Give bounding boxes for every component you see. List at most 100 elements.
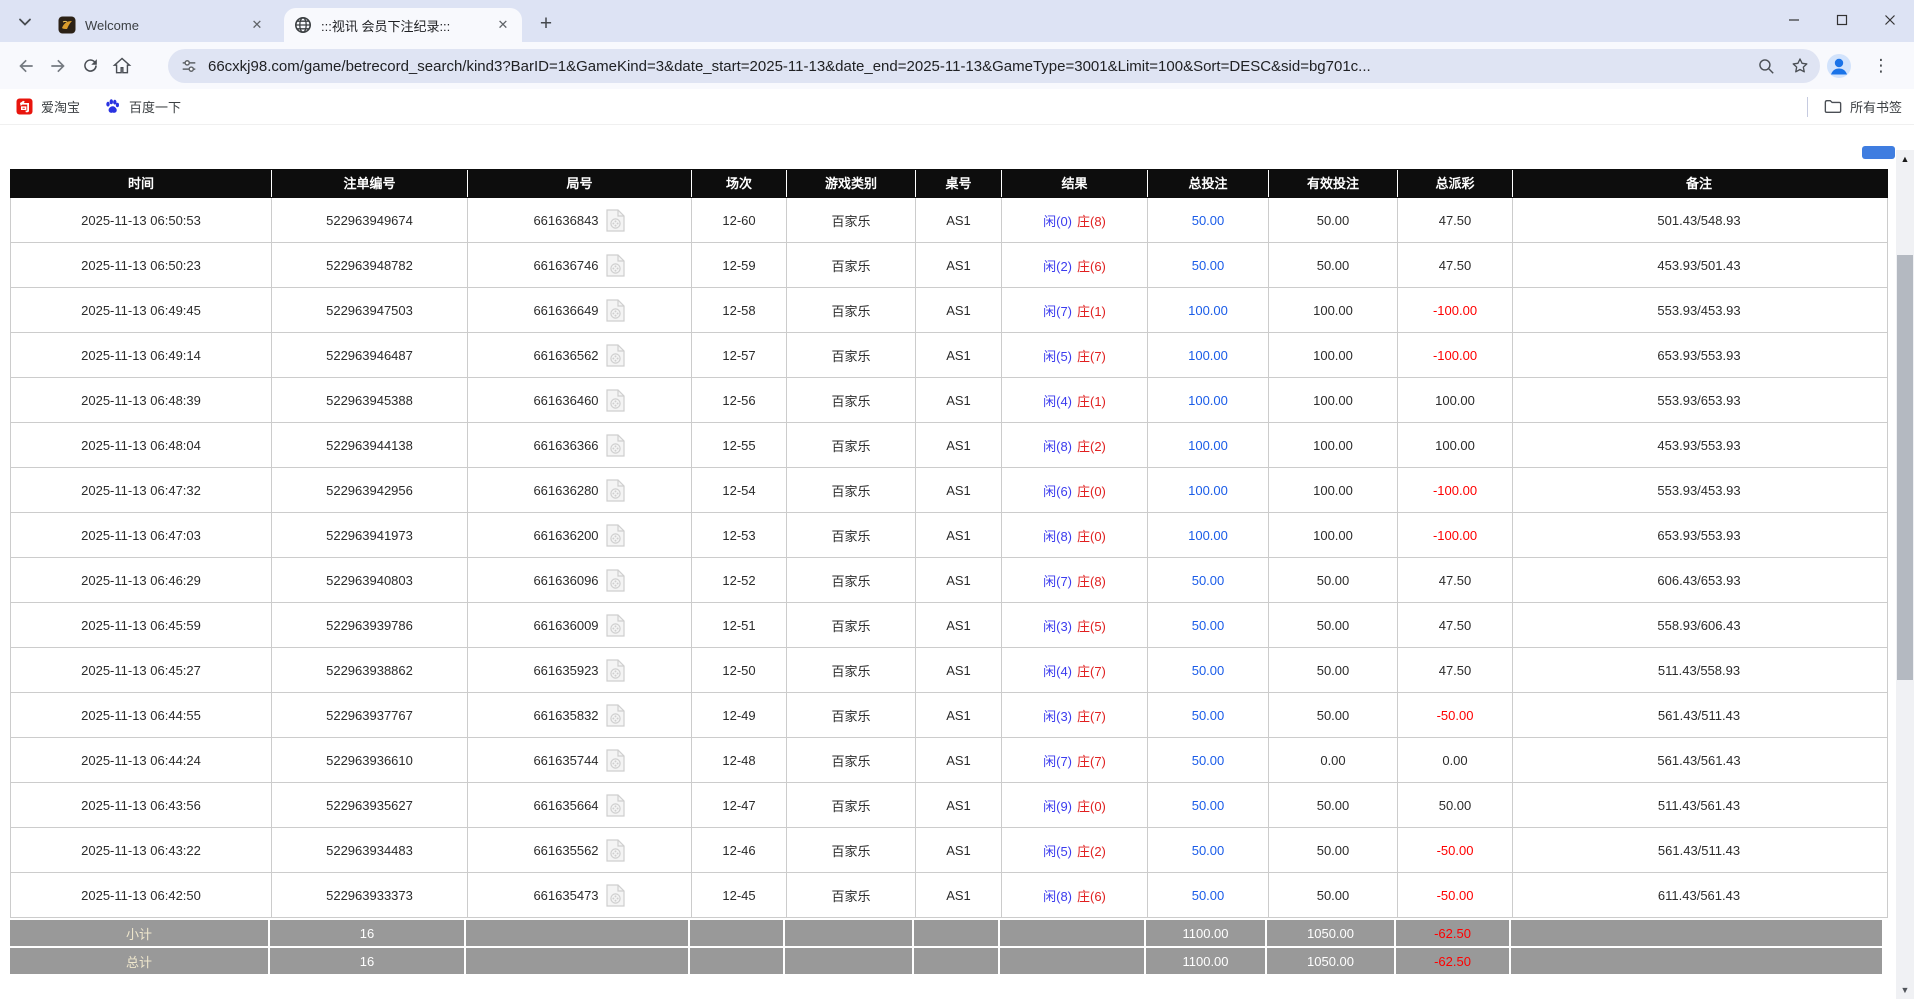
table-row: 2025-11-13 06:43:22522963934483661635562… (11, 828, 1887, 873)
video-replay-icon[interactable] (605, 343, 626, 368)
video-replay-icon[interactable] (605, 838, 626, 863)
zoom-icon[interactable] (1757, 57, 1776, 76)
all-bookmarks-button[interactable]: 所有书签 (1824, 97, 1902, 116)
header-cell: 注单编号 (272, 170, 468, 197)
total-bet-link[interactable]: 50.00 (1148, 603, 1269, 647)
bookmark-star-icon[interactable] (1790, 56, 1810, 76)
round-cell: 661636366 (468, 423, 692, 467)
valid-bet-cell: 100.00 (1269, 333, 1398, 377)
video-replay-icon[interactable] (605, 208, 626, 233)
video-icon-wrap[interactable] (605, 568, 626, 593)
video-replay-icon[interactable] (605, 883, 626, 908)
video-icon-wrap[interactable] (605, 253, 626, 278)
url-bar[interactable]: 66cxkj98.com/game/betrecord_search/kind3… (168, 49, 1820, 83)
video-replay-icon[interactable] (605, 613, 626, 638)
home-button[interactable] (106, 50, 138, 82)
header-cell: 局号 (468, 170, 692, 197)
total-bet-link[interactable]: 50.00 (1148, 873, 1269, 917)
new-tab-button[interactable]: + (532, 10, 560, 38)
bookmarks-divider (1807, 97, 1808, 117)
payout-cell: 47.50 (1398, 198, 1513, 242)
tab-betrecord[interactable]: :::视讯 会员下注纪录::: ✕ (284, 8, 522, 42)
video-replay-icon[interactable] (605, 748, 626, 773)
scrollbar-down-icon[interactable]: ▼ (1896, 981, 1914, 999)
scrollbar-thumb[interactable] (1897, 255, 1913, 680)
total-bet-link[interactable]: 50.00 (1148, 738, 1269, 782)
partial-blue-button[interactable] (1862, 146, 1895, 159)
tab-search-button[interactable] (10, 7, 40, 37)
minimize-button[interactable] (1770, 0, 1818, 40)
page-scrollbar[interactable]: ▲ ▼ (1896, 150, 1914, 999)
total-bet-link[interactable]: 50.00 (1148, 198, 1269, 242)
tab-close-icon[interactable]: ✕ (494, 16, 512, 34)
video-replay-icon[interactable] (605, 253, 626, 278)
site-settings-icon[interactable] (180, 57, 198, 75)
total-bet-link[interactable]: 50.00 (1148, 243, 1269, 287)
video-icon-wrap[interactable] (605, 208, 626, 233)
video-icon-wrap[interactable] (605, 298, 626, 323)
video-icon-wrap[interactable] (605, 658, 626, 683)
video-icon-wrap[interactable] (605, 748, 626, 773)
total-bet-link[interactable]: 50.00 (1148, 648, 1269, 692)
game-type-cell: 百家乐 (787, 828, 916, 872)
valid-bet-cell: 50.00 (1269, 603, 1398, 647)
total-bet-link[interactable]: 50.00 (1148, 828, 1269, 872)
game-type-cell: 百家乐 (787, 513, 916, 557)
video-icon-wrap[interactable] (605, 793, 626, 818)
video-replay-icon[interactable] (605, 658, 626, 683)
table-row: 2025-11-13 06:44:55522963937767661635832… (11, 693, 1887, 738)
url-text[interactable]: 66cxkj98.com/game/betrecord_search/kind3… (208, 58, 1749, 75)
video-replay-icon[interactable] (605, 793, 626, 818)
profile-avatar[interactable] (1824, 51, 1854, 81)
total-bet-link[interactable]: 100.00 (1148, 378, 1269, 422)
video-icon-wrap[interactable] (605, 883, 626, 908)
video-replay-icon[interactable] (605, 478, 626, 503)
total-bet-link[interactable]: 100.00 (1148, 468, 1269, 512)
bet-id-cell: 522963942956 (272, 468, 468, 512)
video-icon-wrap[interactable] (605, 478, 626, 503)
round-cell: 661635664 (468, 783, 692, 827)
video-replay-icon[interactable] (605, 568, 626, 593)
payout-cell: -100.00 (1398, 513, 1513, 557)
video-replay-icon[interactable] (605, 433, 626, 458)
bookmark-baidu[interactable]: 百度一下 (96, 94, 189, 120)
video-icon-wrap[interactable] (605, 343, 626, 368)
refresh-button[interactable] (74, 50, 106, 82)
forward-button[interactable] (42, 50, 74, 82)
total-bet-link[interactable]: 50.00 (1148, 783, 1269, 827)
video-replay-icon[interactable] (605, 298, 626, 323)
tab-welcome[interactable]: Welcome ✕ (48, 8, 276, 42)
summary-empty-cell (1511, 920, 1882, 946)
video-replay-icon[interactable] (605, 523, 626, 548)
table-no-cell: AS1 (916, 603, 1002, 647)
total-bet-link[interactable]: 50.00 (1148, 693, 1269, 737)
video-icon-wrap[interactable] (605, 523, 626, 548)
video-replay-icon[interactable] (605, 388, 626, 413)
round-cell: 661635562 (468, 828, 692, 872)
remark-cell: 561.43/511.43 (1513, 828, 1885, 872)
video-icon-wrap[interactable] (605, 613, 626, 638)
total-bet-link[interactable]: 100.00 (1148, 513, 1269, 557)
maximize-button[interactable] (1818, 0, 1866, 40)
close-button[interactable] (1866, 0, 1914, 40)
round-cell: 661636460 (468, 378, 692, 422)
video-icon-wrap[interactable] (605, 433, 626, 458)
total-bet-link[interactable]: 100.00 (1148, 423, 1269, 467)
valid-bet-cell: 50.00 (1269, 648, 1398, 692)
total-bet-link[interactable]: 100.00 (1148, 288, 1269, 332)
result-cell: 闲(4)庄(7) (1002, 648, 1148, 692)
result-player: 闲(2) (1043, 256, 1072, 275)
video-replay-icon[interactable] (605, 703, 626, 728)
back-button[interactable] (10, 50, 42, 82)
table-row: 2025-11-13 06:46:29522963940803661636096… (11, 558, 1887, 603)
menu-kebab-icon[interactable]: ⋮ (1866, 51, 1896, 81)
video-icon-wrap[interactable] (605, 703, 626, 728)
video-icon-wrap[interactable] (605, 838, 626, 863)
tab-close-icon[interactable]: ✕ (248, 16, 266, 34)
total-bet-link[interactable]: 50.00 (1148, 558, 1269, 602)
scrollbar-up-icon[interactable]: ▲ (1896, 150, 1914, 168)
video-icon-wrap[interactable] (605, 388, 626, 413)
total-bet-link[interactable]: 100.00 (1148, 333, 1269, 377)
session-cell: 12-49 (692, 693, 787, 737)
bookmark-taobao[interactable]: 爱淘宝 (8, 94, 88, 120)
